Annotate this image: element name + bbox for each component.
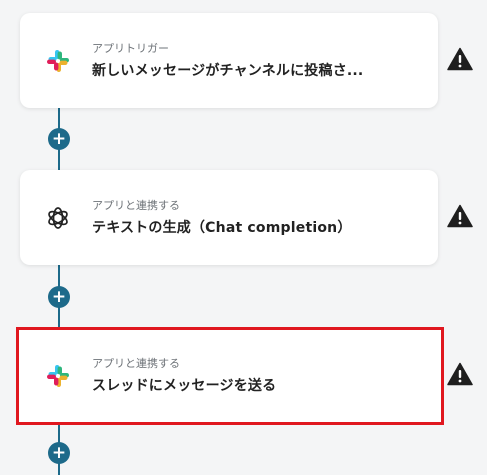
slack-icon <box>47 365 69 387</box>
slack-icon <box>47 50 69 72</box>
step-caption: アプリと連携する <box>92 199 180 212</box>
plus-icon: + <box>51 128 67 149</box>
plus-icon: + <box>51 286 67 307</box>
step-card-send-thread-message[interactable]: アプリと連携する スレッドにメッセージを送る <box>16 327 444 425</box>
step-title: スレッドにメッセージを送る <box>92 378 277 394</box>
step-card-chat-completion[interactable]: アプリと連携する テキストの生成（Chat completion） <box>20 170 438 265</box>
step-title: 新しいメッセージがチャンネルに投稿さ... <box>92 63 364 79</box>
step-caption: アプリと連携する <box>92 357 180 370</box>
warning-icon[interactable] <box>447 204 473 228</box>
plus-icon: + <box>51 442 67 463</box>
add-step-button[interactable]: + <box>48 442 70 464</box>
step-card-trigger[interactable]: アプリトリガー 新しいメッセージがチャンネルに投稿さ... <box>20 13 438 108</box>
openai-icon <box>48 207 68 229</box>
warning-icon[interactable] <box>447 362 473 386</box>
add-step-button[interactable]: + <box>48 128 70 150</box>
step-title: テキストの生成（Chat completion） <box>92 220 352 236</box>
add-step-button[interactable]: + <box>48 286 70 308</box>
step-caption: アプリトリガー <box>92 42 169 55</box>
warning-icon[interactable] <box>447 47 473 71</box>
